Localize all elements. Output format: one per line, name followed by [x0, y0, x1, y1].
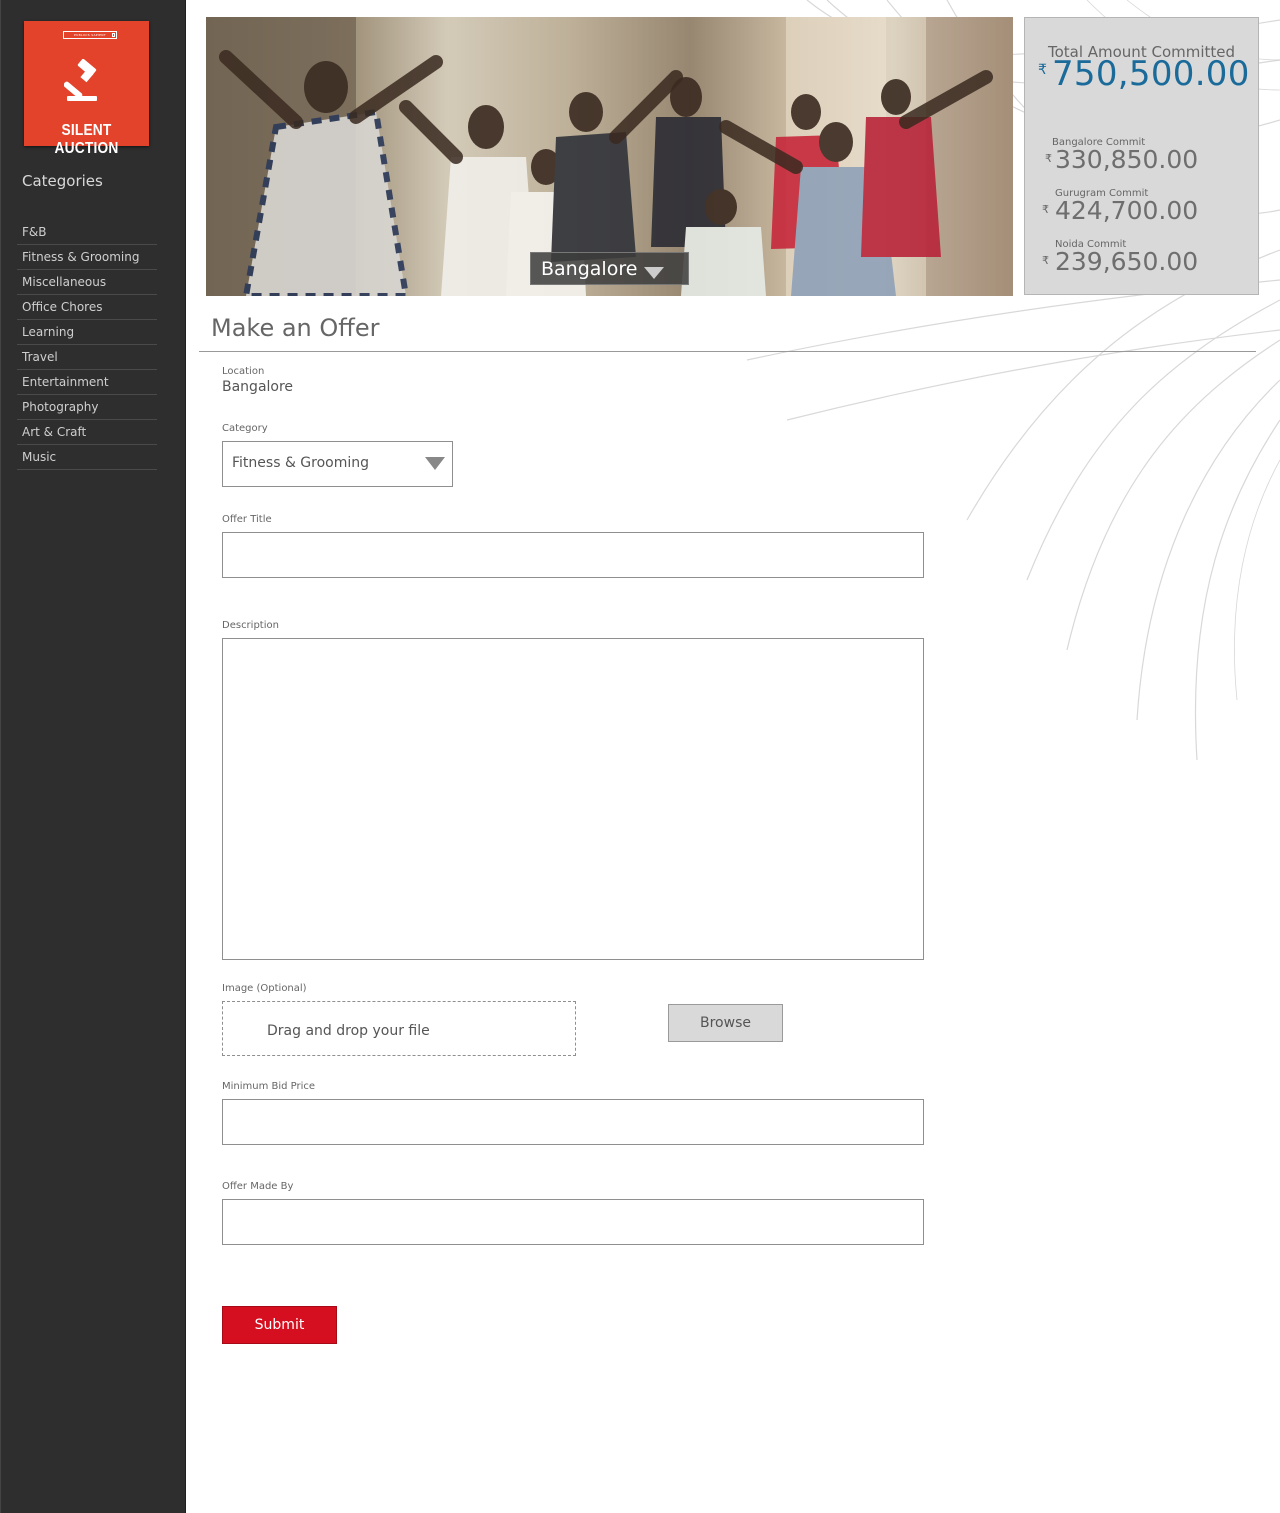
categories-heading: Categories: [22, 172, 103, 190]
commit-amount-gurugram: 424,700.00: [1055, 196, 1199, 225]
category-item-music[interactable]: Music: [17, 446, 157, 470]
category-list: F&B Fitness & Grooming Miscellaneous Off…: [17, 221, 157, 470]
commit-amount-noida: 239,650.00: [1055, 247, 1199, 276]
minimum-bid-label: Minimum Bid Price: [222, 1081, 316, 1092]
location-dropdown-value: Bangalore: [541, 258, 638, 280]
category-item-art-craft[interactable]: Art & Craft: [17, 421, 157, 445]
caret-down-icon: [644, 267, 664, 279]
title-divider: [199, 351, 1256, 352]
commit-amount-bangalore: 330,850.00: [1055, 145, 1199, 174]
logo-text: SILENT AUCTION: [54, 122, 119, 157]
category-item-travel[interactable]: Travel: [17, 346, 157, 370]
offer-title-input[interactable]: [222, 532, 924, 578]
category-select-value: Fitness & Grooming: [232, 455, 370, 471]
gavel-icon: [64, 59, 97, 101]
logo-tag-text: PUBLICIS SAPIENT: [74, 33, 106, 37]
category-item-fitness-grooming[interactable]: Fitness & Grooming: [17, 246, 157, 270]
dropzone-text: Drag and drop your file: [267, 1023, 430, 1039]
page-title: Make an Offer: [211, 314, 380, 342]
location-dropdown[interactable]: Bangalore: [530, 252, 689, 285]
offer-made-by-label: Offer Made By: [222, 1181, 294, 1192]
minimum-bid-input[interactable]: [222, 1099, 924, 1145]
location-value: Bangalore: [222, 379, 294, 395]
rupee-icon: ₹: [1042, 254, 1049, 267]
category-item-office-chores[interactable]: Office Chores: [17, 296, 157, 320]
rupee-icon: ₹: [1045, 152, 1052, 165]
rupee-icon: ₹: [1042, 203, 1049, 216]
description-label: Description: [222, 620, 279, 631]
silent-auction-logo[interactable]: PUBLICIS SAPIENT SILENT AUCTION: [24, 21, 149, 157]
location-label: Location: [222, 366, 265, 377]
submit-button[interactable]: Submit: [222, 1306, 337, 1344]
category-item-miscellaneous[interactable]: Miscellaneous: [17, 271, 157, 295]
total-committed-amount: 750,500.00: [1052, 54, 1250, 94]
commitment-stats-panel: Total Amount Committed ₹ 750,500.00 Bang…: [1024, 17, 1259, 295]
logo-tag: PUBLICIS SAPIENT: [63, 31, 117, 39]
description-textarea[interactable]: [222, 638, 924, 960]
logo-tag-box: [112, 33, 115, 37]
offer-made-by-input[interactable]: [222, 1199, 924, 1245]
category-label: Category: [222, 423, 268, 434]
hero-banner: Bangalore: [206, 17, 1013, 296]
category-item-learning[interactable]: Learning: [17, 321, 157, 345]
sidebar: PUBLICIS SAPIENT SILENT AUCTION Categori…: [0, 0, 186, 1513]
image-label: Image (Optional): [222, 983, 307, 994]
browse-button[interactable]: Browse: [668, 1004, 783, 1042]
category-item-fb[interactable]: F&B: [17, 221, 157, 245]
category-select[interactable]: Fitness & Grooming: [222, 441, 453, 487]
category-item-entertainment[interactable]: Entertainment: [17, 371, 157, 395]
category-item-photography[interactable]: Photography: [17, 396, 157, 420]
caret-down-icon: [425, 457, 445, 470]
rupee-icon: ₹: [1038, 62, 1047, 78]
offer-title-label: Offer Title: [222, 514, 272, 525]
image-dropzone[interactable]: Drag and drop your file: [222, 1001, 576, 1056]
